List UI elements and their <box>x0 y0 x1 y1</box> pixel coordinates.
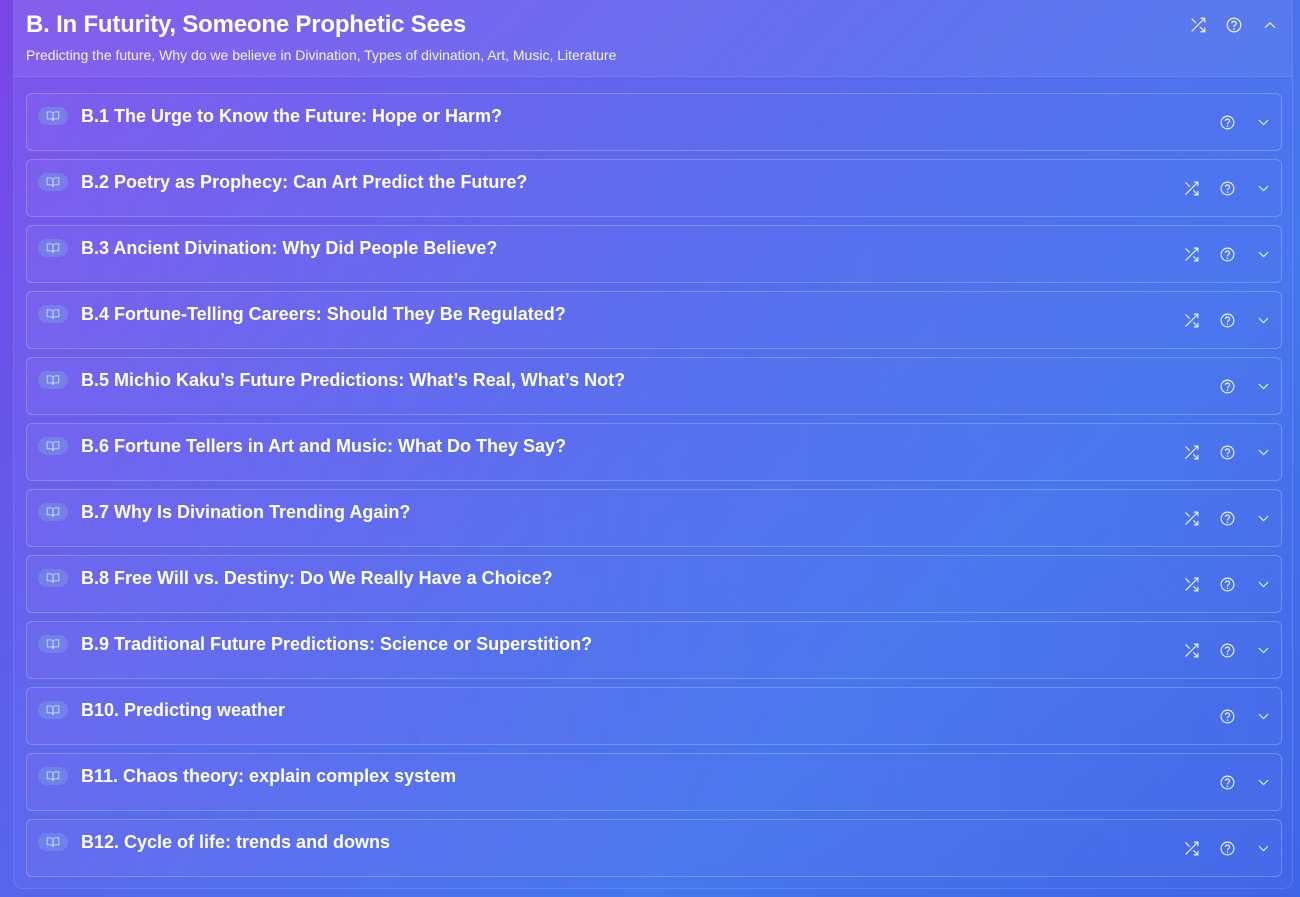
book-open-icon <box>38 701 68 719</box>
subsection-list: B.1 The Urge to Know the Future: Hope or… <box>26 93 1282 885</box>
help-circle-icon[interactable] <box>1217 111 1237 133</box>
subsection-title: B.4 Fortune-Telling Careers: Should They… <box>81 304 566 324</box>
help-circle-icon[interactable] <box>1217 837 1237 859</box>
book-open-icon <box>38 173 68 191</box>
help-circle-icon[interactable] <box>1217 705 1237 727</box>
section-panel: B. In Futurity, Someone Prophetic Sees P… <box>13 0 1293 889</box>
subsection-actions <box>1181 243 1273 265</box>
chevron-down-icon[interactable] <box>1253 639 1273 661</box>
book-open-icon <box>38 437 68 455</box>
subsection-actions <box>1181 309 1273 331</box>
help-circle-icon[interactable] <box>1224 14 1244 36</box>
shuffle-icon[interactable] <box>1181 243 1201 265</box>
section-header[interactable]: B. In Futurity, Someone Prophetic Sees P… <box>14 0 1292 77</box>
chevron-down-icon[interactable] <box>1253 441 1273 463</box>
subsection-actions <box>1181 771 1273 793</box>
action-spacer <box>1181 705 1201 727</box>
subsection-item-5[interactable]: B.5 Michio Kaku’s Future Predictions: Wh… <box>26 357 1282 415</box>
book-open-icon <box>38 239 68 257</box>
book-open-icon <box>38 371 68 389</box>
subsection-item-8[interactable]: B.8 Free Will vs. Destiny: Do We Really … <box>26 555 1282 613</box>
subsection-item-4[interactable]: B.4 Fortune-Telling Careers: Should They… <box>26 291 1282 349</box>
book-open-icon <box>38 833 68 851</box>
help-circle-icon[interactable] <box>1217 441 1237 463</box>
subsection-title: B.7 Why Is Divination Trending Again? <box>81 502 411 522</box>
subsection-item-1[interactable]: B.1 The Urge to Know the Future: Hope or… <box>26 93 1282 151</box>
subsection-title: B.5 Michio Kaku’s Future Predictions: Wh… <box>81 370 626 390</box>
book-open-icon <box>38 569 68 587</box>
subsection-actions <box>1181 837 1273 859</box>
help-circle-icon[interactable] <box>1217 177 1237 199</box>
subsection-item-3[interactable]: B.3 Ancient Divination: Why Did People B… <box>26 225 1282 283</box>
subsection-title: B10. Predicting weather <box>81 700 286 720</box>
subsection-title: B12. Cycle of life: trends and downs <box>81 832 391 852</box>
subsection-actions <box>1181 111 1273 133</box>
subsection-actions <box>1181 177 1273 199</box>
subsection-title: B.2 Poetry as Prophecy: Can Art Predict … <box>81 172 528 192</box>
action-spacer <box>1181 375 1201 397</box>
shuffle-icon[interactable] <box>1181 441 1201 463</box>
book-open-icon <box>38 503 68 521</box>
subsection-title: B.8 Free Will vs. Destiny: Do We Really … <box>81 568 553 588</box>
subsection-title: B.6 Fortune Tellers in Art and Music: Wh… <box>81 436 567 456</box>
shuffle-icon[interactable] <box>1181 507 1201 529</box>
chevron-down-icon[interactable] <box>1253 771 1273 793</box>
section-subtitle: Predicting the future, Why do we believe… <box>26 47 617 63</box>
shuffle-icon[interactable] <box>1181 309 1201 331</box>
chevron-down-icon[interactable] <box>1253 507 1273 529</box>
help-circle-icon[interactable] <box>1217 573 1237 595</box>
chevron-up-icon[interactable] <box>1260 14 1280 36</box>
subsection-title: B.3 Ancient Divination: Why Did People B… <box>81 238 498 258</box>
help-circle-icon[interactable] <box>1217 507 1237 529</box>
book-open-icon <box>38 767 68 785</box>
chevron-down-icon[interactable] <box>1253 111 1273 133</box>
subsection-actions <box>1181 375 1273 397</box>
subsection-actions <box>1181 573 1273 595</box>
shuffle-icon[interactable] <box>1181 573 1201 595</box>
subsection-item-2[interactable]: B.2 Poetry as Prophecy: Can Art Predict … <box>26 159 1282 217</box>
shuffle-icon[interactable] <box>1181 177 1201 199</box>
chevron-down-icon[interactable] <box>1253 837 1273 859</box>
chevron-down-icon[interactable] <box>1253 309 1273 331</box>
subsection-item-6[interactable]: B.6 Fortune Tellers in Art and Music: Wh… <box>26 423 1282 481</box>
chevron-down-icon[interactable] <box>1253 177 1273 199</box>
help-circle-icon[interactable] <box>1217 375 1237 397</box>
chevron-down-icon[interactable] <box>1253 375 1273 397</box>
help-circle-icon[interactable] <box>1217 639 1237 661</box>
subsection-item-11[interactable]: B11. Chaos theory: explain complex syste… <box>26 753 1282 811</box>
subsection-title: B11. Chaos theory: explain complex syste… <box>81 766 457 786</box>
section-title: B. In Futurity, Someone Prophetic Sees <box>26 11 467 38</box>
chevron-down-icon[interactable] <box>1253 573 1273 595</box>
subsection-actions <box>1181 507 1273 529</box>
subsection-actions <box>1181 441 1273 463</box>
book-open-icon <box>38 305 68 323</box>
subsection-title: B.1 The Urge to Know the Future: Hope or… <box>81 106 503 126</box>
shuffle-icon[interactable] <box>1181 639 1201 661</box>
help-circle-icon[interactable] <box>1217 771 1237 793</box>
header-actions <box>1188 14 1280 36</box>
subsection-actions <box>1181 639 1273 661</box>
shuffle-icon[interactable] <box>1181 837 1201 859</box>
shuffle-icon[interactable] <box>1188 14 1208 36</box>
book-open-icon <box>38 635 68 653</box>
subsection-item-12[interactable]: B12. Cycle of life: trends and downs <box>26 819 1282 877</box>
help-circle-icon[interactable] <box>1217 243 1237 265</box>
subsection-item-7[interactable]: B.7 Why Is Divination Trending Again? <box>26 489 1282 547</box>
subsection-actions <box>1181 705 1273 727</box>
chevron-down-icon[interactable] <box>1253 243 1273 265</box>
subsection-item-10[interactable]: B10. Predicting weather <box>26 687 1282 745</box>
help-circle-icon[interactable] <box>1217 309 1237 331</box>
subsection-title: B.9 Traditional Future Predictions: Scie… <box>81 634 593 654</box>
action-spacer <box>1181 111 1201 133</box>
book-open-icon <box>38 107 68 125</box>
action-spacer <box>1181 771 1201 793</box>
chevron-down-icon[interactable] <box>1253 705 1273 727</box>
subsection-item-9[interactable]: B.9 Traditional Future Predictions: Scie… <box>26 621 1282 679</box>
